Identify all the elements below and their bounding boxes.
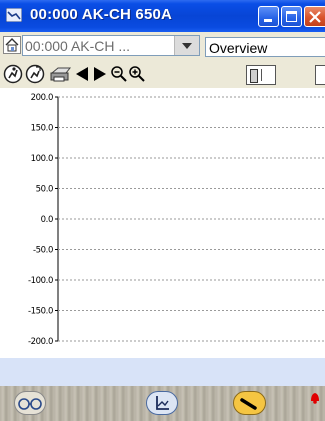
y-tick-label: -200.0 <box>28 337 53 347</box>
window-title: 00:000 AK-CH 650A <box>30 6 173 23</box>
chart-line-icon <box>6 8 22 22</box>
footer-spacer <box>0 358 325 386</box>
toolbar-top: 00:000 AK-CH ... Overview <box>0 32 325 60</box>
maximize-button[interactable] <box>281 6 302 27</box>
y-tick-label: 100.0 <box>31 154 53 164</box>
next-button[interactable] <box>92 64 108 84</box>
alarm-bell-icon <box>311 393 319 404</box>
slider-tick <box>261 69 262 81</box>
wrench-icon <box>240 398 257 410</box>
zoom-in-icon <box>129 66 145 82</box>
y-tick-label: -50.0 <box>33 246 53 256</box>
toolbar-tools <box>0 60 325 88</box>
arrow-left-icon <box>76 67 88 81</box>
print-button[interactable] <box>48 64 72 84</box>
y-tick-label: -100.0 <box>28 276 53 286</box>
printer-icon <box>50 67 72 82</box>
view-mode-button[interactable] <box>14 391 46 415</box>
home-button[interactable] <box>3 36 21 54</box>
maximize-icon <box>286 11 297 22</box>
slider-handle[interactable] <box>250 69 258 83</box>
close-button[interactable] <box>304 6 325 27</box>
chart-axes-icon <box>156 396 169 410</box>
device-combo-value: 00:000 AK-CH ... <box>25 38 131 54</box>
chart-plot: 200.0 150.0 100.0 50.0 0.0 -50.0 -100.0 -150.0 -… <box>28 93 325 347</box>
close-icon <box>309 11 321 23</box>
zoom-out-button[interactable] <box>110 64 128 84</box>
chart-area: 200.0 150.0 100.0 50.0 0.0 -50.0 -100.0 -150.0 -… <box>0 88 325 358</box>
home-icon <box>5 38 19 52</box>
title-bar[interactable]: 00:000 AK-CH 650A <box>0 0 325 32</box>
graph-button[interactable] <box>146 391 178 415</box>
time-slider[interactable] <box>246 65 276 85</box>
run-icon <box>3 64 23 84</box>
view-select[interactable]: Overview <box>205 37 325 57</box>
y-tick-label: 50.0 <box>36 185 53 195</box>
previous-button[interactable] <box>74 64 90 84</box>
minimize-icon <box>264 19 272 22</box>
zoom-in-button[interactable] <box>128 64 146 84</box>
glasses-icon <box>18 398 42 410</box>
service-button[interactable] <box>233 391 266 415</box>
zoom-out-icon <box>111 66 127 82</box>
y-tick-label: -150.0 <box>28 307 53 317</box>
run-alt-button[interactable] <box>25 64 45 84</box>
y-tick-label: 200.0 <box>31 93 53 103</box>
y-tick-label: 150.0 <box>31 124 53 134</box>
chevron-down-icon[interactable] <box>174 36 199 55</box>
minimize-button[interactable] <box>258 6 279 27</box>
y-tick-label: 0.0 <box>41 215 53 225</box>
device-combo[interactable]: 00:000 AK-CH ... <box>22 35 200 56</box>
arrow-right-icon <box>94 67 106 81</box>
run-alt-icon <box>25 64 45 84</box>
time-slider-end[interactable] <box>315 65 325 85</box>
alarm-button[interactable] <box>307 389 323 405</box>
view-select-value: Overview <box>209 40 268 56</box>
run-button[interactable] <box>3 64 23 84</box>
